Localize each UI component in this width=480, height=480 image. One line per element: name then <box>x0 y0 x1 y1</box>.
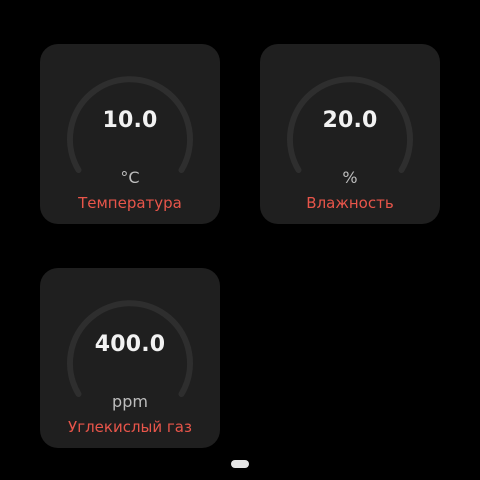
temperature-unit: °C <box>120 168 140 187</box>
tile-temperature[interactable]: 10.0 °C Температура <box>40 44 220 224</box>
co2-unit: ppm <box>112 392 148 411</box>
co2-value: 400.0 <box>94 332 166 357</box>
temperature-label: Температура <box>78 194 182 212</box>
humidity-value: 20.0 <box>322 108 378 133</box>
temperature-value: 10.0 <box>102 108 158 133</box>
dashboard-screen: 10.0 °C Температура 20.0 % Влажность 400… <box>0 0 480 480</box>
page-indicator-icon[interactable] <box>231 460 249 468</box>
tile-humidity[interactable]: 20.0 % Влажность <box>260 44 440 224</box>
humidity-label: Влажность <box>306 194 394 212</box>
co2-label: Углекислый газ <box>68 418 192 436</box>
tile-co2[interactable]: 400.0 ppm Углекислый газ <box>40 268 220 448</box>
humidity-unit: % <box>342 168 358 187</box>
